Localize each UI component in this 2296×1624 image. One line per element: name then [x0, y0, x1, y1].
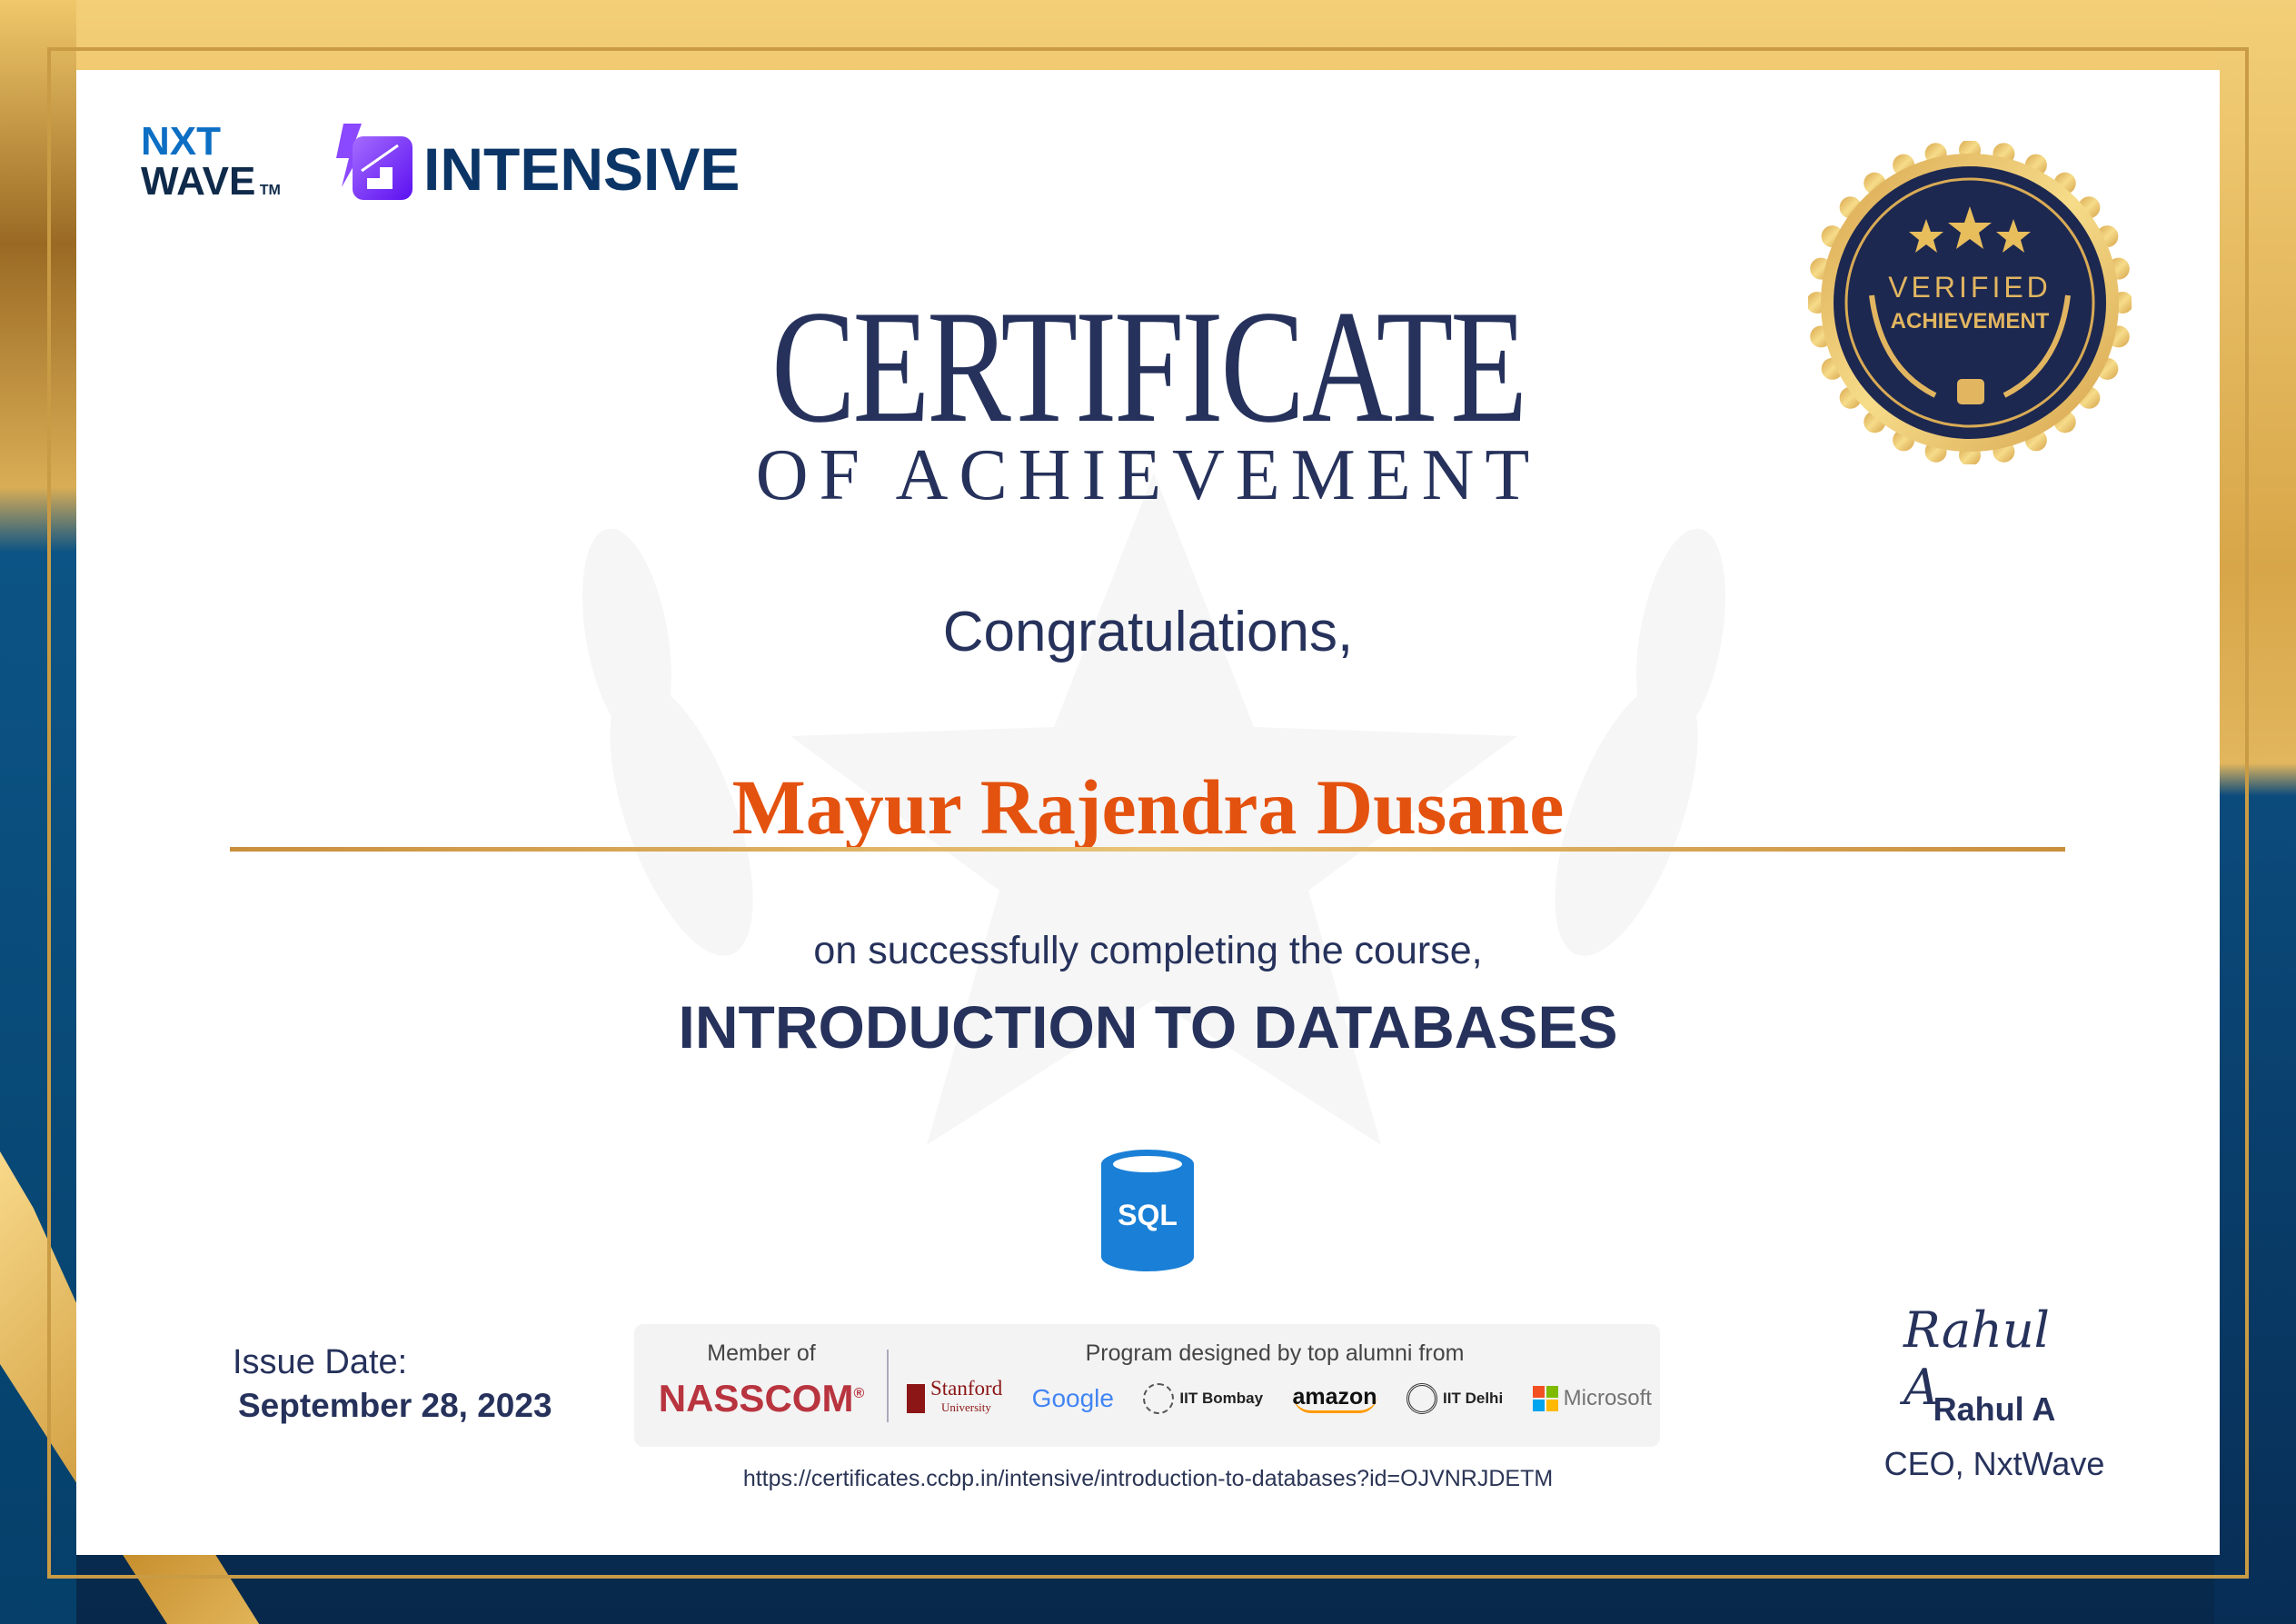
course-name: INTRODUCTION TO DATABASES	[678, 993, 1618, 1061]
iit-delhi-emblem-icon	[1406, 1382, 1438, 1414]
iit-delhi-logo: IIT Delhi	[1406, 1382, 1504, 1414]
iit-delhi-text: IIT Delhi	[1443, 1389, 1504, 1407]
certificate-title: CERTIFICATE	[771, 276, 1527, 456]
divider	[887, 1350, 889, 1422]
nxtwave-logo-line2: WAVE	[141, 159, 256, 204]
issue-date-label: Issue Date:	[233, 1343, 408, 1381]
amazon-logo: amazon	[1292, 1384, 1377, 1413]
microsoft-logo: Microsoft	[1532, 1385, 1652, 1411]
nasscom-text: NASSCOM	[658, 1377, 854, 1420]
google-logo: Google	[1031, 1383, 1114, 1412]
microsoft-text: Microsoft	[1563, 1385, 1652, 1410]
nxtwave-logo-line1: NXT	[141, 119, 221, 164]
certificate-subtitle: OF ACHIEVEMENT	[755, 435, 1541, 515]
stanford-text: Stanford	[930, 1377, 1003, 1400]
sql-label: SQL	[1118, 1199, 1178, 1231]
member-of-label: Member of	[707, 1340, 816, 1366]
stanford-tree-icon	[907, 1383, 925, 1413]
signatory-name: Rahul A	[1933, 1390, 2056, 1428]
nxtwave-logo: NXT WAVE TM	[141, 122, 304, 204]
completion-text: on successfully completing the course,	[813, 929, 1483, 972]
alumni-label: Program designed by top alumni from	[1085, 1340, 1465, 1366]
intensive-logo-icon	[336, 124, 412, 200]
sql-database-icon: SQL	[1101, 1150, 1194, 1271]
university-text: University	[941, 1400, 991, 1414]
signatory-title: CEO, NxtWave	[1884, 1445, 2105, 1482]
iit-bombay-emblem-icon	[1143, 1382, 1175, 1414]
trademark: TM	[259, 183, 281, 198]
iit-bombay-logo: IIT Bombay	[1143, 1382, 1264, 1414]
recipient-name: Mayur Rajendra Dusane	[731, 763, 1565, 851]
greeting: Congratulations,	[942, 601, 1354, 663]
stanford-logo: Stanford University	[907, 1377, 1003, 1416]
partners-panel: Member of NASSCOM® Program designed by t…	[634, 1324, 1660, 1447]
registered-mark: ®	[853, 1386, 865, 1401]
signature: Rahul A	[1903, 1301, 2085, 1416]
nasscom-logo: NASSCOM®	[634, 1377, 889, 1420]
partner-logos: Stanford University Google IIT Bombay ama…	[907, 1377, 1652, 1416]
microsoft-squares-icon	[1532, 1385, 1558, 1411]
intensive-logo-text: INTENSIVE	[423, 135, 740, 203]
iit-bombay-text: IIT Bombay	[1179, 1389, 1264, 1407]
issue-date-value: September 28, 2023	[238, 1387, 552, 1424]
name-underline	[230, 847, 2065, 852]
